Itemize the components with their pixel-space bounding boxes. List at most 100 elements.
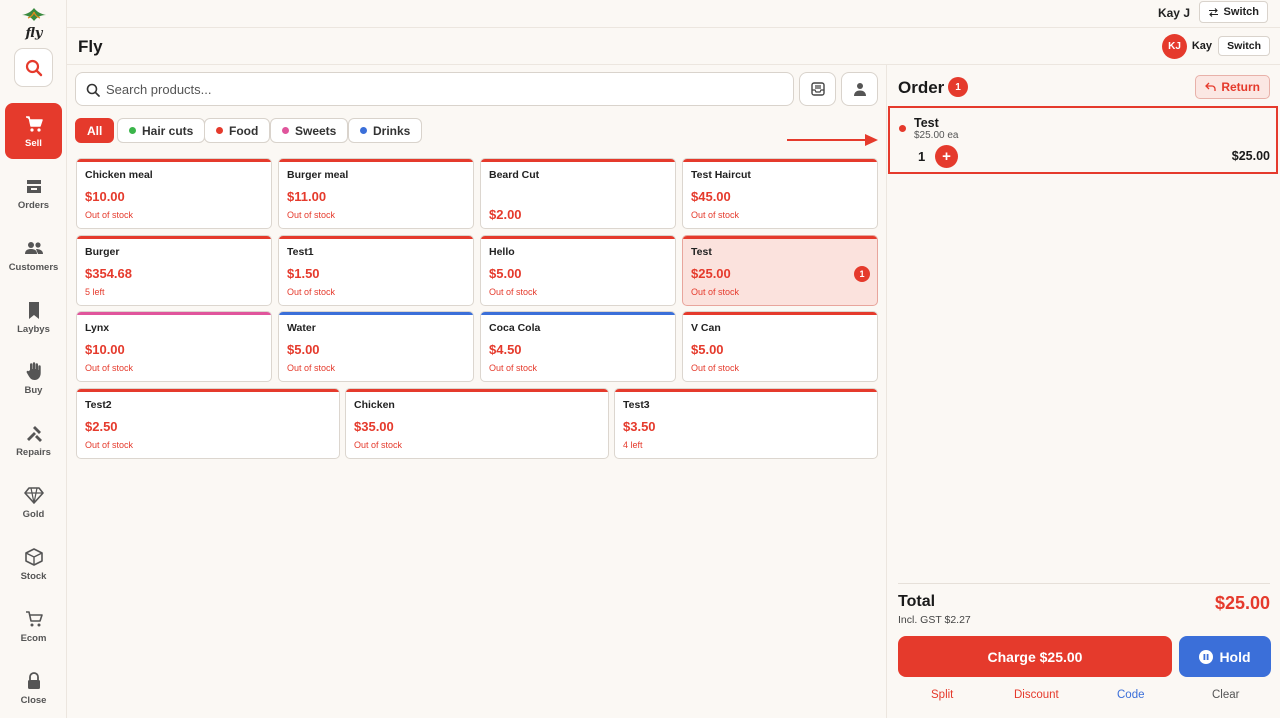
- sidebar-item-customers[interactable]: Customers: [5, 227, 62, 283]
- sidebar-item-ecom[interactable]: Ecom: [5, 598, 62, 654]
- product-card[interactable]: Water $5.00 Out of stock: [278, 311, 474, 382]
- category-label: Sweets: [295, 123, 337, 138]
- scan-button[interactable]: [799, 72, 836, 106]
- sidebar-item-repairs[interactable]: Repairs: [5, 412, 62, 468]
- return-icon: [1205, 82, 1216, 91]
- product-card[interactable]: V Can $5.00 Out of stock: [682, 311, 878, 382]
- top-bar: Kay J Switch: [67, 0, 1280, 28]
- product-name: Beard Cut: [489, 169, 540, 181]
- pause-icon: [1199, 649, 1214, 664]
- top-switch-button[interactable]: Switch: [1198, 1, 1268, 23]
- category-color-bar: [346, 389, 608, 392]
- product-card[interactable]: Beard Cut $2.00: [480, 158, 676, 229]
- product-card[interactable]: Test1 $1.50 Out of stock: [278, 235, 474, 306]
- customers-icon: [24, 241, 43, 254]
- search-icon: [25, 59, 42, 76]
- product-stock: 5 left: [85, 287, 105, 297]
- sidebar-item-orders[interactable]: Orders: [5, 165, 62, 221]
- product-card[interactable]: Lynx $10.00 Out of stock: [76, 311, 272, 382]
- product-card[interactable]: Chicken $35.00 Out of stock: [345, 388, 609, 459]
- return-label: Return: [1221, 80, 1260, 94]
- order-line-item[interactable]: Test $25.00 ea 1 + $25.00: [888, 106, 1278, 174]
- product-stock: Out of stock: [691, 287, 740, 297]
- product-card[interactable]: Burger meal $11.00 Out of stock: [278, 158, 474, 229]
- order-title: Order: [898, 78, 945, 97]
- category-hair-cuts[interactable]: Hair cuts: [117, 118, 206, 143]
- category-color-bar: [279, 159, 473, 162]
- product-stock: 4 left: [623, 440, 643, 450]
- category-label: All: [87, 123, 103, 138]
- sidebar-item-stock[interactable]: Stock: [5, 536, 62, 592]
- category-dot: [282, 127, 289, 134]
- sidebar-item-label: Orders: [17, 199, 50, 211]
- sidebar-search-button[interactable]: [14, 48, 53, 87]
- fly-logo[interactable]: fly: [18, 6, 50, 41]
- product-card[interactable]: Coca Cola $4.50 Out of stock: [480, 311, 676, 382]
- hand-icon: [26, 361, 41, 380]
- sidebar-item-label: Ecom: [20, 632, 47, 644]
- category-color-bar: [77, 389, 339, 392]
- product-price: $2.00: [489, 207, 522, 222]
- product-name: Burger: [85, 246, 120, 258]
- category-color-bar: [77, 312, 271, 315]
- product-search: [75, 72, 794, 106]
- category-dot: [129, 127, 136, 134]
- product-price: $10.00: [85, 342, 125, 357]
- avatar[interactable]: KJ: [1162, 34, 1187, 59]
- increment-qty-button[interactable]: +: [935, 145, 958, 168]
- category-food[interactable]: Food: [204, 118, 271, 143]
- product-price: $5.00: [691, 342, 724, 357]
- search-icon: [86, 83, 100, 97]
- hold-label: Hold: [1219, 648, 1251, 665]
- sidebar-item-sell[interactable]: Sell: [5, 103, 62, 159]
- product-card[interactable]: Test3 $3.50 4 left: [614, 388, 878, 459]
- sidebar: fly Sell Orders Customers Laybys Buy Rep…: [0, 0, 67, 718]
- order-panel: Order 1 Return Test $25.00 ea 1 + $25.00…: [886, 65, 1280, 718]
- category-color-bar: [683, 236, 877, 239]
- category-label: Drinks: [373, 123, 411, 138]
- order-item-line-total: $25.00: [1231, 149, 1270, 163]
- product-card[interactable]: Chicken meal $10.00 Out of stock: [76, 158, 272, 229]
- product-price: $2.50: [85, 419, 118, 434]
- product-card[interactable]: Test Haircut $45.00 Out of stock: [682, 158, 878, 229]
- code-link[interactable]: Code: [1117, 689, 1145, 701]
- product-card[interactable]: Test2 $2.50 Out of stock: [76, 388, 340, 459]
- product-stock: Out of stock: [85, 440, 134, 450]
- sidebar-item-label: Stock: [20, 570, 47, 582]
- sidebar-item-gold[interactable]: Gold: [5, 474, 62, 530]
- customer-button[interactable]: [841, 72, 878, 106]
- product-card[interactable]: Burger $354.68 5 left: [76, 235, 272, 306]
- discount-link[interactable]: Discount: [1014, 689, 1059, 701]
- gst-note: Incl. GST $2.27: [898, 614, 971, 626]
- product-name: Burger meal: [287, 169, 349, 181]
- product-card[interactable]: Hello $5.00 Out of stock: [480, 235, 676, 306]
- sidebar-item-close[interactable]: Close: [5, 660, 62, 716]
- annotation-arrow: [787, 134, 878, 146]
- clear-link[interactable]: Clear: [1212, 689, 1239, 701]
- sidebar-item-buy[interactable]: Buy: [5, 350, 62, 406]
- order-item-qty: 1: [918, 149, 926, 164]
- product-price: $10.00: [85, 189, 125, 204]
- category-drinks[interactable]: Drinks: [348, 118, 423, 143]
- product-stock: Out of stock: [354, 440, 403, 450]
- split-link[interactable]: Split: [931, 689, 953, 701]
- product-card-selected[interactable]: Test $25.00 Out of stock 1: [682, 235, 878, 306]
- divider: [898, 583, 1270, 584]
- header-switch-button[interactable]: Switch: [1218, 36, 1270, 56]
- category-color-bar: [279, 236, 473, 239]
- sidebar-item-laybys[interactable]: Laybys: [5, 289, 62, 345]
- product-stock: Out of stock: [691, 210, 740, 220]
- category-color-bar: [77, 159, 271, 162]
- charge-button[interactable]: Charge $25.00: [898, 636, 1172, 677]
- product-name: Test3: [623, 399, 650, 411]
- return-button[interactable]: Return: [1195, 75, 1270, 99]
- product-price: $35.00: [354, 419, 394, 434]
- category-sweets[interactable]: Sweets: [270, 118, 349, 143]
- top-user-name: Kay J: [1157, 6, 1190, 20]
- category-all[interactable]: All: [75, 118, 115, 143]
- category-color-bar: [615, 389, 877, 392]
- hold-button[interactable]: Hold: [1179, 636, 1271, 677]
- search-input[interactable]: [106, 79, 776, 99]
- ecom-cart-icon: [25, 610, 43, 626]
- sidebar-item-label: Laybys: [17, 323, 50, 335]
